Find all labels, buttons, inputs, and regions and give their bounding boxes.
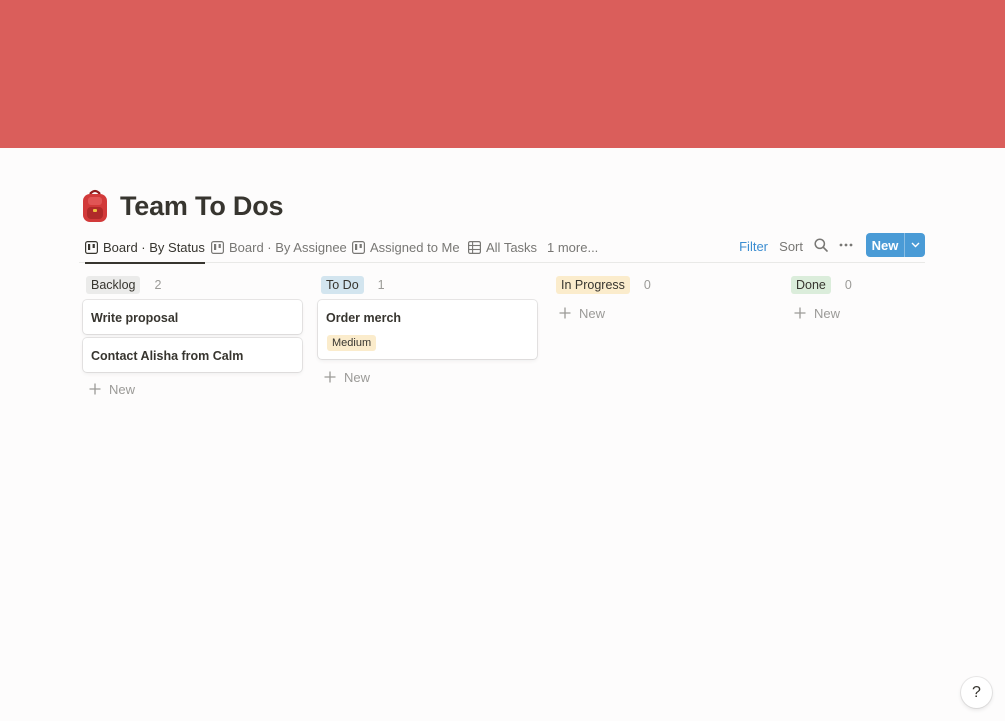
card-title: Order merch bbox=[326, 311, 402, 325]
sort-button[interactable]: Sort bbox=[779, 239, 803, 254]
status-pill[interactable]: Done bbox=[791, 276, 831, 294]
plus-icon bbox=[324, 371, 336, 383]
tab-all-tasks[interactable]: All Tasks bbox=[468, 232, 537, 262]
chevron-down-icon bbox=[911, 242, 919, 248]
board-icon bbox=[85, 240, 98, 254]
tab-more[interactable]: 1 more... bbox=[547, 232, 598, 262]
column-header: Done 0 bbox=[788, 275, 1005, 295]
new-button[interactable]: New bbox=[866, 233, 904, 257]
backpack-icon[interactable] bbox=[80, 188, 110, 224]
priority-tag: Medium bbox=[327, 335, 377, 351]
add-card-label: New bbox=[579, 305, 606, 321]
board-card[interactable]: Contact Alisha from Calm bbox=[83, 338, 302, 372]
board-column-done: Done 0 New bbox=[788, 275, 1005, 321]
add-card-button[interactable]: New bbox=[559, 303, 605, 323]
tab-label: Assigned to Me bbox=[370, 239, 460, 255]
plus-icon bbox=[559, 307, 571, 319]
tab-label: Board · By Status bbox=[103, 239, 205, 255]
column-header: In Progress 0 bbox=[553, 275, 773, 295]
board-card[interactable]: Write proposal bbox=[83, 300, 302, 334]
view-tabs-bar: Board · By Status Board · By Assignee As… bbox=[79, 232, 925, 264]
page-title[interactable]: Team To Dos bbox=[120, 191, 284, 222]
add-card-label: New bbox=[109, 381, 136, 397]
column-count: 0 bbox=[643, 278, 651, 292]
new-item-button: New bbox=[866, 233, 925, 257]
more-options-icon[interactable] bbox=[839, 238, 853, 252]
card-title: Contact Alisha from Calm bbox=[91, 349, 244, 363]
page-header: Team To Dos bbox=[80, 186, 284, 226]
column-count: 2 bbox=[154, 278, 162, 292]
add-card-button[interactable]: New bbox=[324, 367, 370, 387]
status-pill[interactable]: Backlog bbox=[86, 276, 141, 294]
board-icon bbox=[352, 240, 365, 254]
status-pill[interactable]: In Progress bbox=[556, 276, 630, 294]
add-card-button[interactable]: New bbox=[89, 379, 135, 399]
column-count: 0 bbox=[844, 278, 852, 292]
new-options-dropdown[interactable] bbox=[905, 233, 925, 257]
board-card[interactable]: Order merch Medium bbox=[318, 300, 537, 359]
board-column-to-do: To Do 1 Order merch Medium New bbox=[318, 275, 538, 385]
column-header: Backlog 2 bbox=[83, 275, 303, 295]
add-card-button[interactable]: New bbox=[794, 303, 840, 323]
tab-label: All Tasks bbox=[486, 239, 538, 255]
column-header: To Do 1 bbox=[318, 275, 538, 295]
tab-board-by-assignee[interactable]: Board · By Assignee bbox=[211, 232, 347, 262]
board-column-backlog: Backlog 2 Write proposal Contact Alisha … bbox=[83, 275, 303, 397]
search-icon[interactable] bbox=[814, 238, 828, 252]
plus-icon bbox=[89, 383, 101, 395]
status-pill[interactable]: To Do bbox=[321, 276, 364, 294]
add-card-label: New bbox=[814, 305, 841, 321]
plus-icon bbox=[794, 307, 806, 319]
help-button[interactable]: ? bbox=[961, 677, 992, 708]
page-cover[interactable] bbox=[0, 0, 1005, 148]
add-card-label: New bbox=[344, 369, 371, 385]
column-count: 1 bbox=[377, 278, 385, 292]
board-icon bbox=[211, 240, 224, 254]
filter-button[interactable]: Filter bbox=[739, 239, 768, 254]
tab-board-by-status[interactable]: Board · By Status bbox=[85, 232, 205, 264]
tab-label: Board · By Assignee bbox=[229, 239, 347, 255]
tab-assigned-to-me[interactable]: Assigned to Me bbox=[352, 232, 460, 262]
tab-label: 1 more... bbox=[547, 239, 599, 255]
board-column-in-progress: In Progress 0 New bbox=[553, 275, 773, 321]
table-icon bbox=[468, 240, 481, 254]
card-title: Write proposal bbox=[91, 311, 179, 325]
